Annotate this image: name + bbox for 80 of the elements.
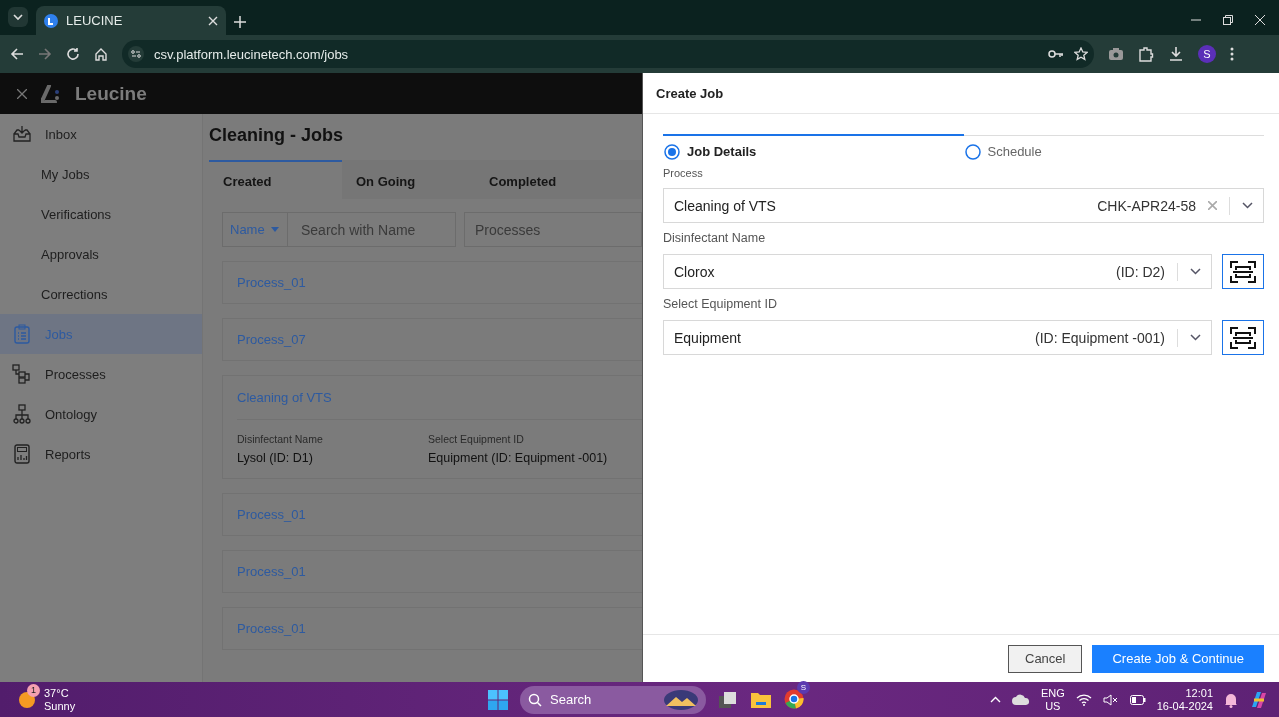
download-icon[interactable] <box>1168 46 1184 62</box>
folder-icon[interactable] <box>750 690 772 709</box>
chevron-up-icon[interactable] <box>989 696 1001 703</box>
tab[interactable]: Completed <box>475 160 608 199</box>
clock[interactable]: 12:01 16-04-2024 <box>1156 686 1213 713</box>
sidebar-item[interactable]: Verifications <box>0 194 202 234</box>
tab[interactable]: On Going <box>342 160 475 199</box>
step-tab[interactable]: Job Details <box>663 134 964 167</box>
key-icon[interactable] <box>1048 48 1064 60</box>
search-icon <box>528 692 542 707</box>
star-icon[interactable] <box>1074 47 1088 61</box>
restore-icon[interactable] <box>1223 15 1233 25</box>
chevron-down-icon[interactable] <box>1190 268 1201 275</box>
caret-icon <box>270 227 279 232</box>
battery-icon[interactable] <box>1129 694 1146 705</box>
tab-list-icon[interactable] <box>8 7 28 27</box>
field-label: Process <box>663 167 704 181</box>
radio-selected-icon[interactable] <box>664 143 680 160</box>
hierarchy-icon[interactable] <box>12 404 32 424</box>
clipboard-icon[interactable] <box>12 324 32 344</box>
app-logo-icon <box>44 13 58 28</box>
field-label: Disinfectant Name <box>237 433 324 445</box>
start-icon[interactable] <box>488 689 508 710</box>
mute-icon[interactable] <box>1102 693 1119 706</box>
select-field[interactable]: Cleaning of VTS CHK-APR24-58 <box>663 188 1264 223</box>
forward-icon[interactable] <box>38 47 52 61</box>
create-job-button[interactable]: Create Job & Continue <box>1092 644 1264 673</box>
browser-icon[interactable] <box>784 688 804 709</box>
brand-name: Leucine <box>75 82 147 105</box>
notification-badge: 1 <box>27 683 40 697</box>
scan-button[interactable] <box>1222 254 1264 289</box>
inbox-icon[interactable] <box>12 125 32 143</box>
search-field[interactable]: Search with Name <box>288 212 456 247</box>
sidebar-item[interactable]: Corrections <box>0 274 202 314</box>
brand-logo-icon <box>41 84 61 103</box>
cancel-button[interactable]: Cancel <box>1008 644 1083 673</box>
radio-icon[interactable] <box>964 143 981 160</box>
browser-tab[interactable]: LEUCINE <box>36 6 226 35</box>
field-label: Select Equipment ID <box>663 297 778 312</box>
extensions-icon[interactable] <box>1138 46 1154 62</box>
address-bar[interactable]: csv.platform.leucinetech.com/jobs <box>122 40 1094 68</box>
flowchart-icon[interactable] <box>12 364 32 384</box>
new-tab-icon[interactable] <box>234 16 246 28</box>
tab[interactable]: Created <box>209 160 342 199</box>
language-indicator[interactable]: ENG US <box>1040 686 1065 713</box>
report-icon[interactable] <box>12 444 32 464</box>
sidebar-item[interactable]: Ontology <box>0 394 202 434</box>
sidebar-item[interactable]: Approvals <box>0 234 202 274</box>
profile-avatar[interactable]: S <box>1198 45 1216 63</box>
task-view-icon[interactable] <box>718 690 738 709</box>
back-icon[interactable] <box>10 47 24 61</box>
page-title: Cleaning - Jobs <box>209 124 344 147</box>
sidebar-item[interactable]: Reports <box>0 434 202 474</box>
temperature: 37°C <box>44 686 70 700</box>
reload-icon[interactable] <box>66 47 80 61</box>
taskbar-search[interactable]: Search <box>520 685 706 714</box>
chevron-down-icon[interactable] <box>1242 202 1253 209</box>
process-select[interactable]: Processes <box>464 212 642 247</box>
chevron-down-icon[interactable] <box>1190 334 1201 341</box>
panel-title: Create Job <box>643 73 1279 114</box>
sidebar-item[interactable]: Processes <box>0 354 202 394</box>
weather-condition: Sunny <box>44 699 76 713</box>
menu-icon[interactable] <box>1230 47 1234 61</box>
scan-button[interactable] <box>1222 320 1264 355</box>
bell-icon[interactable] <box>1224 691 1238 708</box>
home-icon[interactable] <box>94 47 108 61</box>
sidebar-item[interactable]: My Jobs <box>0 154 202 194</box>
cloud-icon[interactable] <box>1011 694 1030 705</box>
select-field[interactable]: Equipment (ID: Equipment -001) <box>663 320 1212 355</box>
landscape-icon <box>664 689 698 710</box>
site-settings-icon[interactable] <box>128 46 144 62</box>
field-value: Equipment (ID: Equipment -001) <box>428 451 609 465</box>
sidebar-item[interactable]: Inbox <box>0 114 202 154</box>
select-field[interactable]: Clorox (ID: D2) <box>663 254 1212 289</box>
wifi-icon[interactable] <box>1075 693 1092 706</box>
step-tab[interactable]: Schedule <box>963 134 1264 167</box>
field-value: Lysol (ID: D1) <box>237 451 314 465</box>
field-label: Disinfectant Name <box>663 231 767 246</box>
camera-icon[interactable] <box>1108 47 1124 61</box>
field-label: Select Equipment ID <box>428 433 525 445</box>
